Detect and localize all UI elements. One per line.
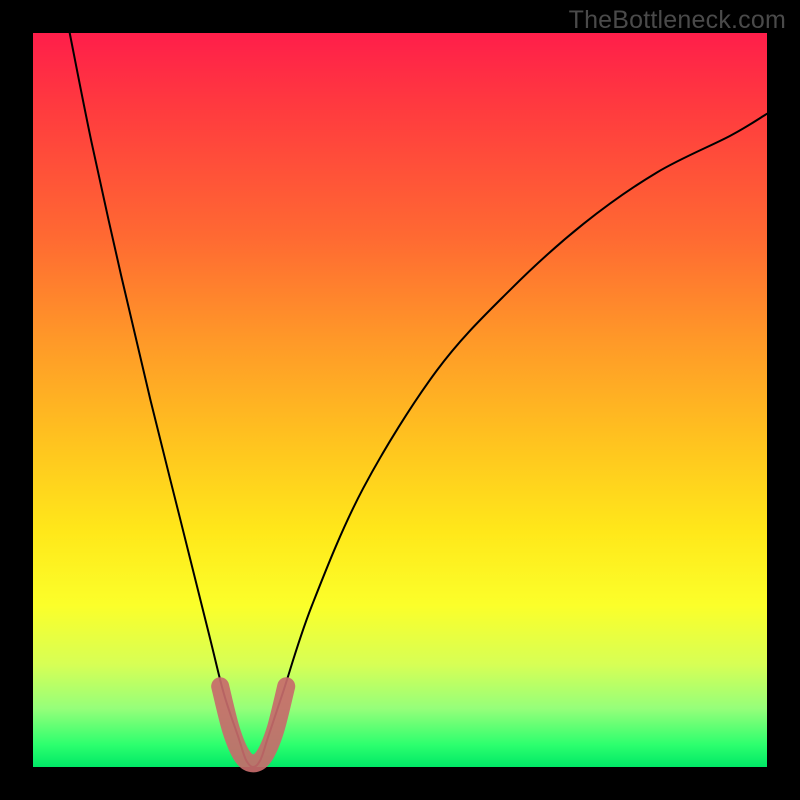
plot-area bbox=[33, 33, 767, 767]
curve-layer bbox=[33, 33, 767, 767]
bottleneck-curve bbox=[70, 33, 767, 767]
watermark-text: TheBottleneck.com bbox=[569, 6, 786, 35]
highlight-valley bbox=[220, 686, 286, 763]
chart-frame: TheBottleneck.com bbox=[0, 0, 800, 800]
